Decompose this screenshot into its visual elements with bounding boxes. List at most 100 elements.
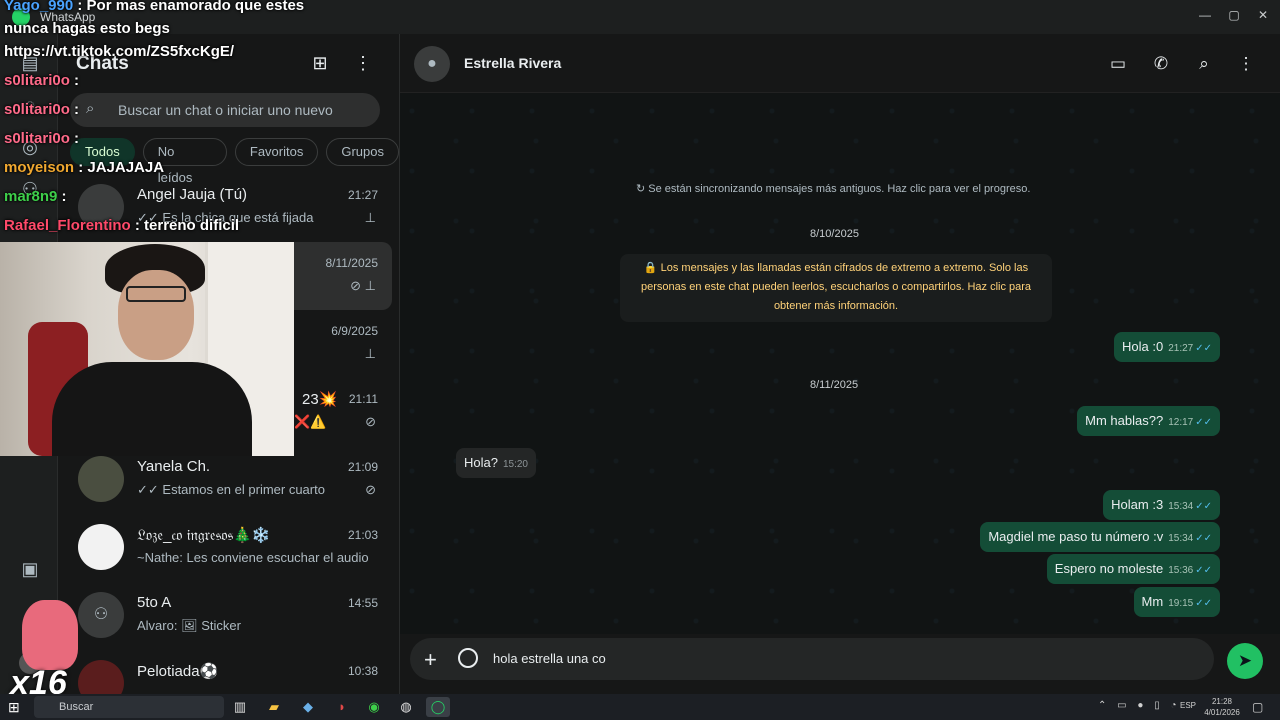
message-bubble[interactable]: Holam :3 15:34 ✓✓	[1103, 490, 1220, 520]
message-bubble[interactable]: Espero no moleste 15:36 ✓✓	[1046, 554, 1220, 584]
chat-name: Pelotiada⚽	[137, 663, 219, 680]
message-text: Holam :3	[1111, 497, 1164, 512]
taskbar-search[interactable]: Buscar	[34, 696, 224, 718]
clock[interactable]: 21:28 4/01/2026	[1200, 696, 1244, 718]
avatar	[78, 456, 124, 502]
overlay-username: Rafael_Florentino	[4, 217, 131, 234]
overlay-chat-line: s0litari0o :	[4, 124, 79, 153]
chat-time: 21:03	[347, 528, 378, 542]
message-composer: + hola estrella una co ➤	[400, 634, 1280, 694]
media-icon[interactable]: ▣	[19, 558, 41, 580]
chat-name: 𝔏𝔬𝔷𝔢_𝔠𝔬 𝔦𝔫𝔤𝔯𝔢𝔰𝔬𝔰🎄❄️	[137, 527, 271, 544]
conversation-header[interactable]: ● Estrella Rivera ▭ ✆ ⌕ ⋮	[400, 34, 1280, 93]
chat-item[interactable]: Yanela Ch. 21:09 ✓✓ Estamos en el primer…	[66, 446, 392, 514]
overlay-message: : Por mas enamorado que estes	[77, 0, 305, 14]
overlay-chat-line: https://vt.tiktok.com/ZS5fxcKgE/	[4, 37, 234, 66]
app-icon[interactable]: ◗	[330, 697, 354, 717]
group-avatar-icon: ⚇	[78, 592, 124, 638]
clock-time: 21:28	[1211, 697, 1233, 706]
contact-avatar[interactable]: ●	[414, 46, 450, 82]
overlay-chat-line: s0litari0o :	[4, 66, 79, 95]
video-call-icon[interactable]: ▭	[1106, 52, 1130, 76]
chat-time: 21:09	[347, 460, 378, 474]
chat-time: 8/11/2025	[325, 256, 379, 270]
obs-icon[interactable]: ◍	[394, 697, 418, 717]
emoji-sticker-icon[interactable]	[458, 648, 478, 668]
chrome-icon[interactable]: ◉	[362, 697, 386, 717]
windows-taskbar: ⊞ Buscar ▥ ▰ ◆ ◗ ◉ ◍ ◯ ⌃ ▭ ● ▯ ◔ ESP 21:…	[0, 694, 1280, 720]
menu-icon[interactable]: ⋮	[1234, 52, 1258, 76]
read-receipt-icon: ✓✓	[1195, 598, 1212, 609]
message-input[interactable]: hola estrella una co	[493, 651, 606, 666]
message-text: Mm hablas??	[1085, 413, 1164, 428]
file-explorer-icon[interactable]: ▰	[262, 697, 286, 717]
whatsapp-taskbar-icon[interactable]: ◯	[426, 697, 450, 717]
message-time: 15:36	[1168, 565, 1194, 576]
chat-time: 21:11	[348, 392, 378, 406]
message-bubble[interactable]: Hola :0 21:27 ✓✓	[1114, 332, 1220, 362]
chat-item[interactable]: Pelotiada⚽ 10:38	[66, 650, 392, 706]
store-icon[interactable]: ◆	[296, 697, 320, 717]
clock-date: 4/01/2026	[1204, 708, 1240, 717]
message-text: Hola?	[464, 455, 498, 470]
close-button[interactable]: ✕	[1246, 4, 1280, 26]
date-separator: 8/10/2025	[810, 228, 859, 240]
message-time: 15:20	[502, 459, 528, 470]
webcam-overlay	[0, 242, 294, 456]
message-text: Magdiel me paso tu número :v	[988, 529, 1164, 544]
chat-preview: Alvaro: 🖼 Sticker	[137, 618, 241, 633]
message-bubble[interactable]: Mm hablas?? 12:17 ✓✓	[1077, 406, 1220, 436]
encryption-notice[interactable]: 🔒 Los mensajes y las llamadas están cifr…	[620, 254, 1052, 322]
overlay-message: :	[61, 188, 67, 205]
message-bubble[interactable]: Magdiel me paso tu número :v 15:34 ✓✓	[980, 522, 1220, 552]
chat-name: Yanela Ch.	[137, 458, 211, 475]
overlay-username: Yago_990	[4, 0, 74, 14]
chat-item[interactable]: ⚇ 5to A 14:55 Alvaro: 🖼 Sticker	[66, 582, 392, 650]
contact-name[interactable]: Estrella Rivera	[464, 55, 561, 71]
attach-plus-icon[interactable]: +	[424, 647, 437, 673]
overlay-chat-line: mar8n9 :	[4, 182, 67, 211]
read-receipt-icon: ✓✓	[1195, 533, 1212, 544]
stream-chat-overlay: Yago_990 : Por mas enamorado que estes n…	[0, 0, 400, 240]
chat-preview: ~Nathe: Les conviene escuchar el audio	[137, 550, 369, 565]
muted-pin-icon: ⊘ ⊥	[350, 278, 376, 293]
language-indicator[interactable]: ESP	[1180, 701, 1196, 710]
windows-start-icon[interactable]: ⊞	[8, 699, 20, 716]
chat-background	[400, 93, 1280, 634]
chat-time: 6/9/2025	[331, 324, 378, 338]
overlay-username: moyeison	[4, 159, 75, 176]
task-view-icon[interactable]: ▥	[228, 697, 252, 717]
message-time: 19:15	[1168, 598, 1194, 609]
message-bubble[interactable]: Mm 19:15 ✓✓	[1133, 587, 1220, 617]
sync-notice[interactable]: ↻ Se están sincronizando mensajes más an…	[636, 182, 1030, 195]
message-bubble[interactable]: Hola? 15:20	[456, 448, 536, 478]
overlay-message: nunca hagas esto begs	[4, 20, 170, 37]
streamer-face	[118, 270, 194, 360]
streamer-shirt	[52, 362, 252, 456]
overlay-username: mar8n9	[4, 188, 58, 205]
notification-icon[interactable]: ▢	[1252, 700, 1263, 714]
message-text: Hola :0	[1122, 339, 1164, 354]
read-receipt-icon: ✓✓	[1195, 343, 1212, 354]
chat-preview: ✓✓ Estamos en el primer cuarto	[137, 482, 325, 497]
message-time: 15:34	[1168, 501, 1194, 512]
overlay-chat-line: moyeison : JAJAJAJA	[4, 153, 164, 182]
overlay-message: : JAJAJAJA	[78, 159, 165, 176]
message-time: 21:27	[1168, 343, 1194, 354]
overlay-message: https://vt.tiktok.com/ZS5fxcKgE/	[4, 43, 235, 60]
voice-call-icon[interactable]: ✆	[1149, 52, 1173, 76]
chat-item[interactable]: 𝔏𝔬𝔷𝔢_𝔠𝔬 𝔦𝔫𝔤𝔯𝔢𝔰𝔬𝔰🎄❄️ 21:03 ~Nathe: Les co…	[66, 514, 392, 582]
send-button[interactable]: ➤	[1227, 643, 1263, 679]
search-icon[interactable]: ⌕	[1192, 52, 1216, 76]
chat-time: 10:38	[347, 664, 378, 678]
message-text: Mm	[1141, 594, 1164, 609]
overlay-message: :	[74, 101, 80, 118]
muted-icon: ⊘	[365, 482, 376, 497]
avatar	[78, 524, 124, 570]
glasses	[126, 286, 186, 302]
chat-name: 23💥	[302, 391, 338, 408]
overlay-message: : terreno dificil	[134, 217, 240, 234]
overlay-username: s0litari0o	[4, 101, 70, 118]
system-tray[interactable]: ⌃ ▭ ● ▯ ◔	[1098, 700, 1181, 711]
read-receipt-icon: ✓✓	[1195, 417, 1212, 428]
